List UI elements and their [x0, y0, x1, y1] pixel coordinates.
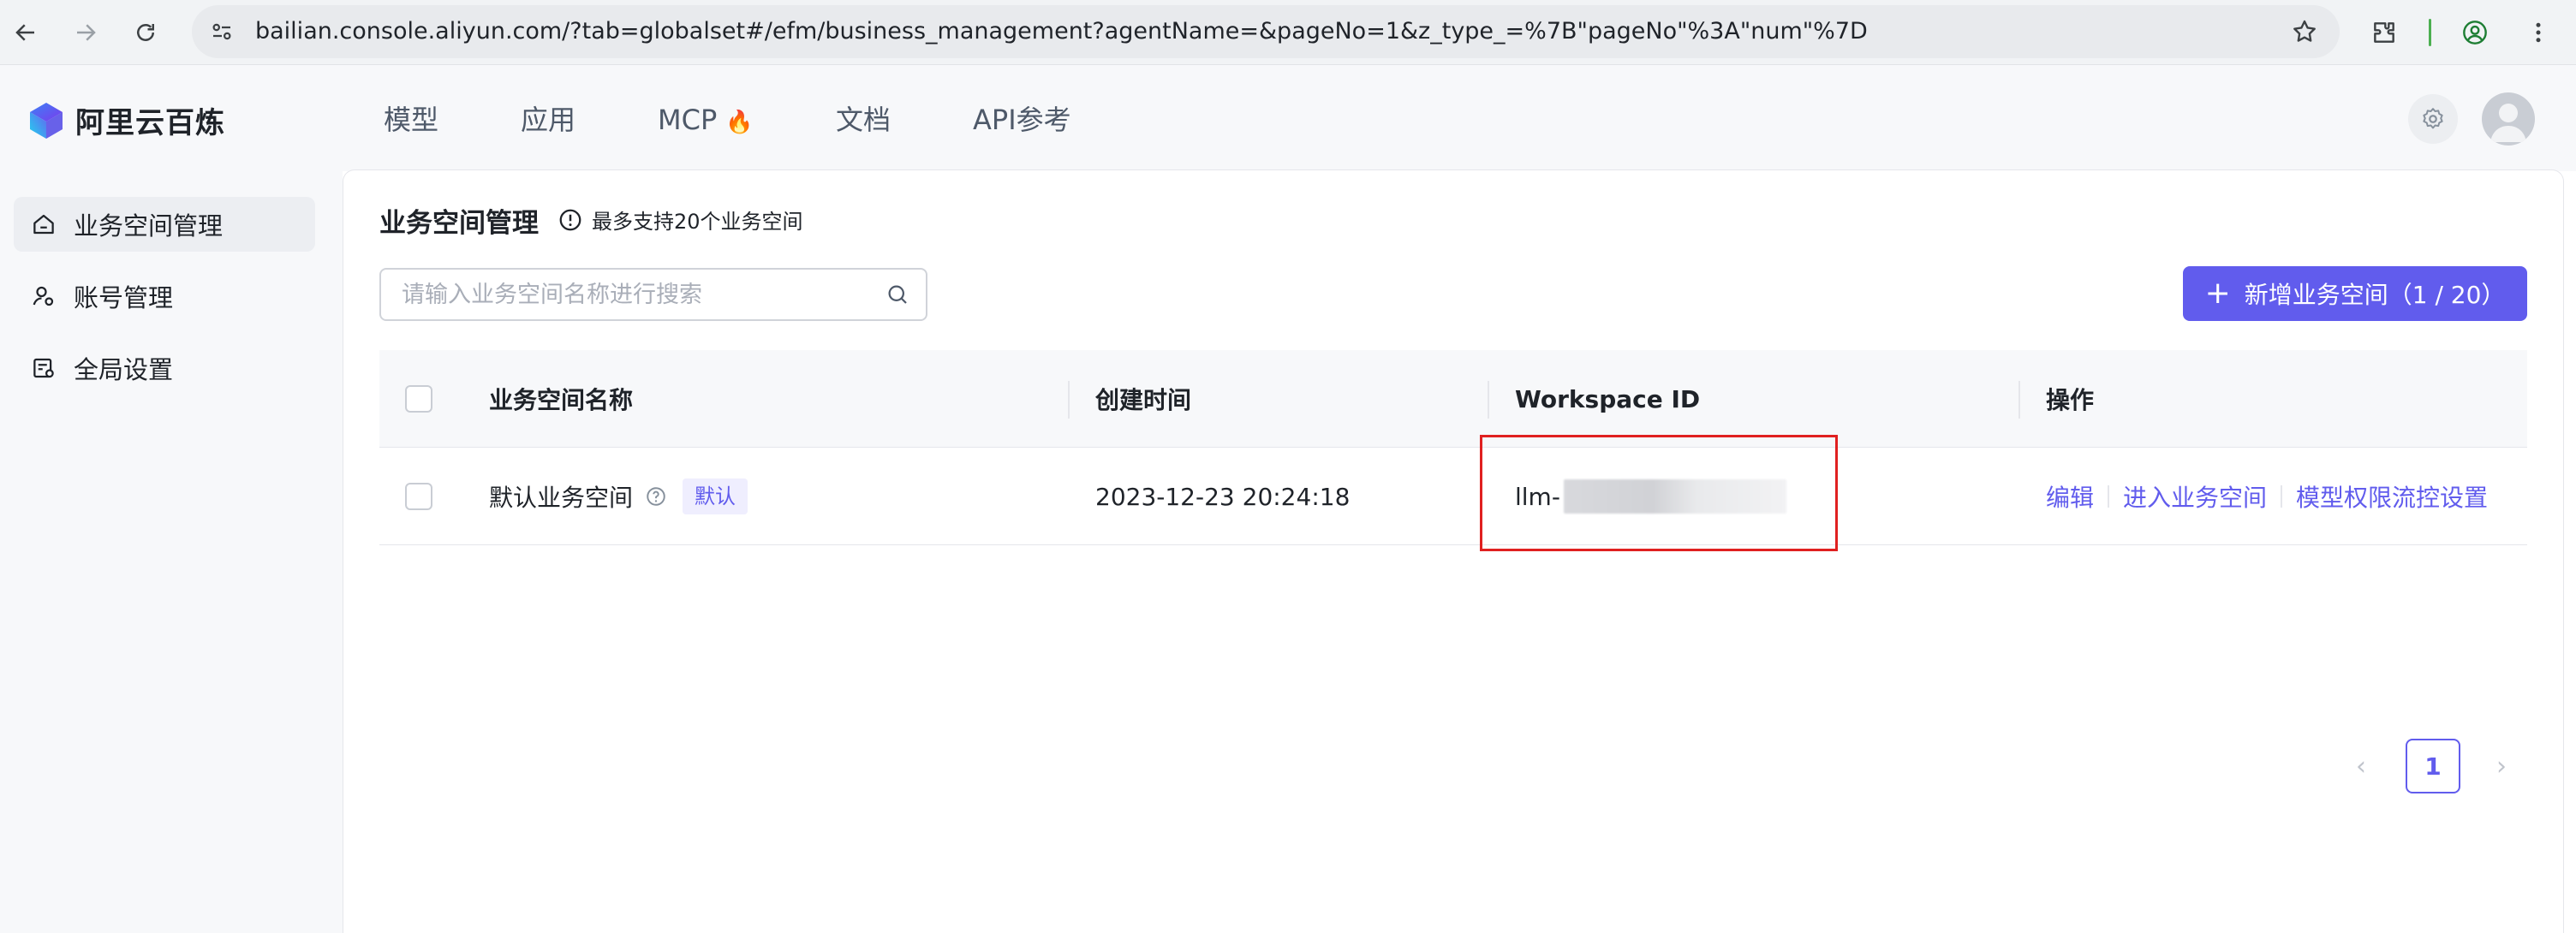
help-icon[interactable] — [645, 485, 667, 508]
page-number-button[interactable]: 1 — [2406, 739, 2460, 793]
app-header: 阿里云百炼 模型 应用 MCP 🔥 文档 API参考 — [0, 65, 2576, 171]
info-icon — [559, 209, 581, 230]
prev-page-button[interactable]: ‹ — [2344, 739, 2378, 793]
sidebar-item-label: 全局设置 — [74, 355, 174, 384]
nav-item-models[interactable]: 模型 — [384, 103, 438, 137]
limit-hint-text: 最多支持20个业务空间 — [592, 210, 803, 234]
nav-item-apps[interactable]: 应用 — [521, 103, 575, 137]
add-workspace-button[interactable]: + 新增业务空间（1 / 20） — [2183, 266, 2527, 321]
nav-item-api-reference[interactable]: API参考 — [973, 103, 1071, 137]
gear-icon[interactable] — [2408, 94, 2458, 144]
workspace-name-cell: 默认业务空间 默认 — [489, 448, 748, 545]
action-divider — [2108, 485, 2110, 508]
select-all-checkbox[interactable] — [405, 385, 432, 413]
sidebar-item-workspace-management[interactable]: 业务空间管理 — [14, 197, 315, 252]
row-select-cell — [405, 448, 432, 545]
sidebar-item-account-management[interactable]: 账号管理 — [14, 269, 315, 324]
workspace-id-redacted — [1563, 479, 1786, 514]
next-page-button[interactable]: › — [2484, 739, 2519, 793]
search-input[interactable] — [402, 270, 881, 319]
brand-logo[interactable]: 阿里云百炼 — [26, 99, 225, 141]
column-header-created: 创建时间 — [1095, 386, 1192, 414]
profile-icon[interactable] — [2456, 14, 2494, 51]
row-checkbox[interactable] — [405, 483, 432, 510]
column-divider — [2018, 381, 2020, 419]
nav-item-mcp[interactable]: MCP 🔥 — [658, 103, 754, 140]
created-time: 2023-12-23 20:24:18 — [1095, 482, 1351, 511]
column-divider — [1488, 381, 1489, 419]
workspace-name: 默认业务空间 — [489, 484, 634, 512]
avatar[interactable] — [2482, 92, 2535, 146]
brand-name: 阿里云百炼 — [75, 106, 225, 140]
table-row: 默认业务空间 默认 2023-12-23 20:24:18 llm- 编辑 进入… — [379, 448, 2527, 545]
sidebar-item-global-settings[interactable]: 全局设置 — [14, 341, 315, 395]
search-box[interactable] — [379, 268, 927, 321]
nav-item-docs[interactable]: 文档 — [836, 103, 891, 137]
url-text[interactable]: bailian.console.aliyun.com/?tab=globalse… — [255, 5, 1868, 58]
select-all-cell — [405, 350, 432, 448]
browser-toolbar: bailian.console.aliyun.com/?tab=globalse… — [0, 0, 2576, 65]
action-divider — [2281, 485, 2283, 508]
sidebar-item-label: 业务空间管理 — [74, 211, 224, 241]
reload-icon[interactable] — [128, 15, 163, 50]
home-icon — [29, 210, 58, 239]
nav-item-mcp-label: MCP — [658, 104, 718, 136]
actions-cell: 编辑 进入业务空间 模型权限流控设置 — [2046, 448, 2488, 545]
forward-arrow-icon[interactable] — [69, 15, 103, 50]
column-header-name: 业务空间名称 — [489, 386, 634, 414]
search-icon[interactable] — [885, 282, 910, 307]
site-settings-icon[interactable] — [206, 15, 238, 48]
extensions-icon[interactable] — [2365, 14, 2403, 51]
global-settings-icon — [29, 354, 58, 383]
sidebar: 业务空间管理 账号管理 全局设置 — [0, 171, 343, 933]
toolbar-divider — [2429, 19, 2431, 46]
column-header-actions: 操作 — [2046, 386, 2095, 414]
workspace-id-prefix: llm- — [1515, 482, 1560, 511]
edit-link[interactable]: 编辑 — [2046, 479, 2094, 514]
workspace-id-cell: llm- — [1515, 448, 1786, 545]
address-bar[interactable]: bailian.console.aliyun.com/?tab=globalse… — [192, 5, 2340, 58]
back-arrow-icon[interactable] — [9, 15, 43, 50]
table-header: 业务空间名称 创建时间 Workspace ID 操作 — [379, 350, 2527, 448]
fire-icon: 🔥 — [725, 110, 754, 135]
plus-icon: + — [2204, 276, 2231, 311]
more-vert-icon[interactable] — [2519, 14, 2557, 51]
default-badge: 默认 — [683, 478, 748, 514]
model-permission-link[interactable]: 模型权限流控设置 — [2296, 479, 2488, 514]
column-header-workspace-id: Workspace ID — [1515, 384, 1701, 413]
add-workspace-label: 新增业务空间（1 / 20） — [2244, 281, 2506, 309]
enter-workspace-link[interactable]: 进入业务空间 — [2123, 479, 2267, 514]
brand-mark-icon — [30, 102, 63, 139]
sidebar-item-label: 账号管理 — [74, 283, 174, 312]
page-title: 业务空间管理 — [379, 208, 539, 239]
column-divider — [1068, 381, 1070, 419]
limit-hint: 最多支持20个业务空间 — [558, 205, 803, 235]
main-content: 业务空间管理 最多支持20个业务空间 + 新增业务空间（1 / 20） 业务空间… — [343, 169, 2564, 933]
star-icon[interactable] — [2288, 15, 2321, 48]
user-settings-icon — [29, 282, 58, 311]
